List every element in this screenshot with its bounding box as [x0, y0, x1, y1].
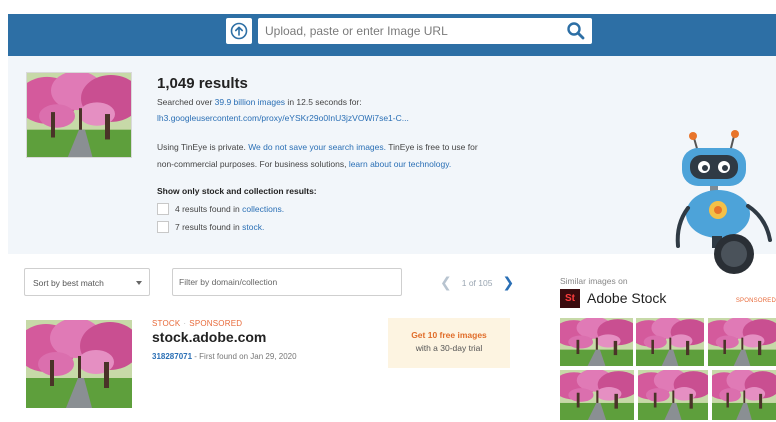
stock-checkbox[interactable] [157, 221, 169, 233]
similar-image-thumbnail[interactable] [708, 318, 776, 366]
robot-mascot [675, 130, 772, 274]
search-input[interactable] [258, 18, 548, 44]
query-image-thumbnail[interactable] [26, 72, 132, 158]
upload-button[interactable] [226, 18, 252, 44]
sort-dropdown[interactable]: Sort by best match [24, 268, 150, 296]
domain-filter-field [172, 268, 402, 296]
search-icon[interactable] [566, 21, 586, 41]
learn-technology-link[interactable]: learn about our technology. [349, 159, 451, 169]
result-image-id-link[interactable]: 318287071 [152, 352, 192, 361]
search-summary-panel: 1,049 results Searched over 39.9 billion… [8, 56, 776, 254]
stock-tag: STOCK [152, 319, 181, 328]
chevron-left-icon[interactable]: ❮ [440, 274, 452, 291]
free-images-promo[interactable]: Get 10 free images with a 30-day trial [388, 318, 510, 368]
similar-image-thumbnail[interactable] [638, 370, 708, 420]
privacy-notice: Using TinEye is private. We do not save … [157, 142, 478, 152]
sponsored-tag: SPONSORED [189, 319, 243, 328]
similar-sponsored-tag: SPONSORED [735, 298, 776, 304]
adobe-stock-name: Adobe Stock [587, 290, 667, 306]
similar-image-thumbnail[interactable] [560, 318, 633, 366]
collections-link[interactable]: collections. [242, 204, 284, 214]
commercial-notice: non-commercial purposes. For business so… [157, 159, 452, 169]
result-thumbnail[interactable] [26, 320, 132, 408]
collections-filter-row: 4 results found in collections. [157, 203, 284, 215]
results-count: 1,049 results [157, 75, 248, 92]
sort-dropdown-label: Sort by best match [33, 278, 104, 288]
stock-link[interactable]: stock. [242, 222, 264, 232]
promo-subtext: with a 30-day trial [415, 343, 483, 353]
stock-filter-heading: Show only stock and collection results: [157, 186, 317, 196]
promo-headline: Get 10 free images [411, 330, 487, 340]
query-url-link[interactable]: lh3.googleusercontent.com/proxy/eYSKr29o… [157, 113, 409, 123]
collections-checkbox[interactable] [157, 203, 169, 215]
page-indicator: 1 of 105 [461, 277, 493, 288]
result-tags: STOCK · SPONSORED [152, 319, 243, 328]
result-meta: 318287071 - First found on Jan 29, 2020 [152, 352, 297, 361]
chevron-right-icon[interactable]: ❯ [502, 274, 514, 291]
privacy-link[interactable]: We do not save your search images. [248, 142, 386, 152]
search-box [258, 18, 592, 44]
upload-icon [230, 22, 248, 40]
adobe-stock-logo: St [560, 289, 580, 308]
similar-image-thumbnail[interactable] [636, 318, 704, 366]
query-url-line: lh3.googleusercontent.com/proxy/eYSKr29o… [157, 112, 409, 124]
top-search-bar [8, 14, 776, 56]
indexed-images-link[interactable]: 39.9 billion images [215, 97, 285, 107]
result-domain[interactable]: stock.adobe.com [152, 329, 266, 345]
similar-images-label: Similar images on [560, 276, 628, 286]
dropdown-arrow-icon [136, 281, 142, 285]
search-stats: Searched over 39.9 billion images in 12.… [157, 97, 362, 107]
stock-filter-row: 7 results found in stock. [157, 221, 264, 233]
pagination: ❮ 1 of 105 ❯ [440, 274, 514, 291]
similar-image-thumbnail[interactable] [712, 370, 776, 420]
similar-image-thumbnail[interactable] [560, 370, 634, 420]
domain-filter-input[interactable] [173, 269, 401, 295]
